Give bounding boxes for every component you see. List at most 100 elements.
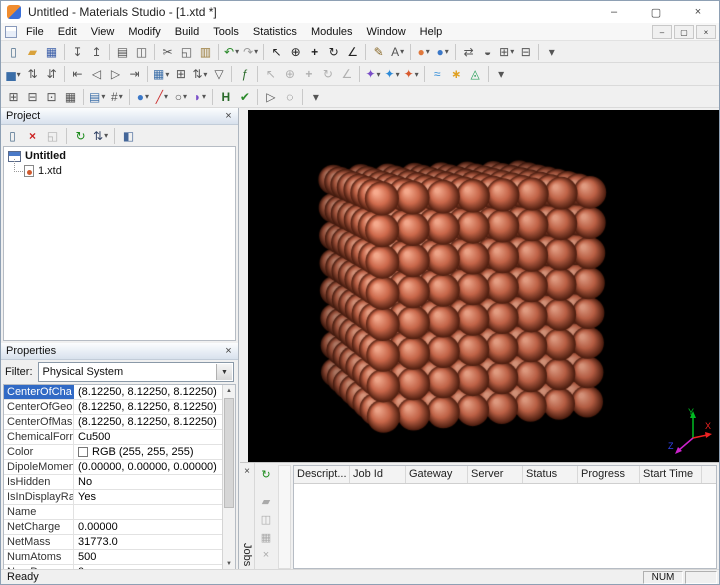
delete-item-button[interactable]: × — [23, 127, 42, 145]
close-button[interactable]: × — [677, 1, 719, 23]
grid-edit-button[interactable]: #▾ — [107, 88, 126, 106]
rotate-mode-button[interactable]: ↻ — [324, 43, 343, 61]
sort-ascending-button[interactable]: ⇅ — [23, 65, 42, 83]
redo-button[interactable]: ↷▾ — [241, 43, 260, 61]
sketch-bond-button[interactable]: ╱▾ — [152, 88, 171, 106]
function-builder-button[interactable]: ƒ — [235, 65, 254, 83]
module-forcite-dropdown-icon[interactable]: ▾ — [396, 70, 400, 79]
sketch-ring-dropdown-icon[interactable]: ▾ — [183, 92, 187, 101]
jobs-tab-label[interactable]: Jobs — [241, 543, 253, 566]
open-button[interactable]: ▰ — [23, 43, 42, 61]
undo-dropdown-icon[interactable]: ▾ — [235, 47, 239, 56]
child-close-button[interactable]: × — [696, 25, 716, 39]
edit-pencil-button[interactable]: ✎ — [369, 43, 388, 61]
property-row-centerofgeo[interactable]: CenterOfGeo(8.12250, 8.12250, 8.12250) — [4, 400, 222, 415]
menu-build[interactable]: Build — [168, 23, 206, 41]
filter-rows-button[interactable]: ▽ — [209, 65, 228, 83]
tree-item-1xtd[interactable]: 1.xtd — [4, 163, 235, 177]
menu-edit[interactable]: Edit — [51, 23, 84, 41]
print-preview-button[interactable]: ◫ — [132, 43, 151, 61]
copy-button[interactable]: ◱ — [177, 43, 196, 61]
sync-explorer-button[interactable]: ◧ — [119, 127, 138, 145]
property-row-chemicalform[interactable]: ChemicalFormCu500 — [4, 430, 222, 445]
export-button[interactable]: ↥ — [87, 43, 106, 61]
properties-close-icon[interactable]: × — [222, 345, 235, 358]
toolbar-options-button[interactable]: ▾ — [542, 43, 561, 61]
lattice-display-dropdown-icon[interactable]: ▾ — [510, 47, 514, 56]
chart-viewer-button[interactable]: ▅▾ — [4, 65, 23, 83]
row-sort-dropdown-icon[interactable]: ▾ — [203, 70, 207, 79]
module-castep-button[interactable]: ✦▾ — [402, 65, 421, 83]
module-mesocite-button[interactable]: ◬ — [466, 65, 485, 83]
new-item-button[interactable]: ▯ — [3, 127, 22, 145]
sketch-bond-dropdown-icon[interactable]: ▾ — [164, 92, 168, 101]
color-checkbox[interactable] — [78, 447, 88, 457]
grid-edit-dropdown-icon[interactable]: ▾ — [119, 92, 123, 101]
cut-button[interactable]: ✂ — [158, 43, 177, 61]
property-row-ishidden[interactable]: IsHiddenNo — [4, 475, 222, 490]
adjust-hydrogen-button[interactable]: H — [216, 88, 235, 106]
table-grid-button[interactable]: ⊞ — [4, 88, 23, 106]
filter-combobox[interactable]: Physical System ▼ — [38, 362, 235, 382]
module-amorphous-button[interactable]: ≈ — [428, 65, 447, 83]
paste-button[interactable]: ▥ — [196, 43, 215, 61]
property-row-centerofcha[interactable]: CenterOfCha(8.12250, 8.12250, 8.12250) — [4, 385, 222, 400]
jobs-tab-strip[interactable]: × Jobs — [240, 463, 255, 571]
jobs-column-status[interactable]: Status — [523, 466, 578, 483]
refresh-jobs-icon[interactable]: ↻ — [258, 466, 275, 482]
atom-display-button[interactable]: ●▾ — [414, 43, 433, 61]
table-add-column-button[interactable]: ⊡ — [42, 88, 61, 106]
jobs-column-progress[interactable]: Progress — [578, 466, 640, 483]
jobs-column-server[interactable]: Server — [468, 466, 523, 483]
clean-structure-button[interactable]: ✔ — [235, 88, 254, 106]
atom-display-dropdown-icon[interactable]: ▾ — [426, 47, 430, 56]
row-sort-button[interactable]: ⇅▾ — [190, 65, 209, 83]
properties-panel-header[interactable]: Properties × — [1, 343, 238, 360]
save-button[interactable]: ▦ — [42, 43, 61, 61]
sort-project-button[interactable]: ⇅▾ — [91, 127, 110, 145]
sketch-atom-dropdown-icon[interactable]: ▾ — [145, 92, 149, 101]
scroll-up-icon[interactable]: ▲ — [223, 385, 235, 397]
swap-views-button[interactable]: ⇄ — [459, 43, 478, 61]
table-view-dropdown-icon[interactable]: ▾ — [165, 70, 169, 79]
color-display-dropdown-icon[interactable]: ▾ — [445, 47, 449, 56]
combo-dropdown-icon[interactable]: ▼ — [216, 364, 232, 380]
toolbar-options-3-button[interactable]: ▾ — [306, 88, 325, 106]
property-row-netcharge[interactable]: NetCharge0.00000 — [4, 520, 222, 535]
project-close-icon[interactable]: × — [222, 110, 235, 123]
menu-modules[interactable]: Modules — [304, 23, 360, 41]
sketch-fragment-dropdown-icon[interactable]: ▾ — [202, 92, 206, 101]
menu-modify[interactable]: Modify — [121, 23, 167, 41]
study-table-dropdown-icon[interactable]: ▾ — [101, 92, 105, 101]
module-anneal-button[interactable]: ∗ — [447, 65, 466, 83]
child-minimize-button[interactable]: – — [652, 25, 672, 39]
redo-dropdown-icon[interactable]: ▾ — [254, 47, 258, 56]
properties-scrollbar[interactable]: ▲ ▼ — [222, 385, 235, 570]
first-frame-button[interactable]: ⇤ — [68, 65, 87, 83]
maximize-button[interactable]: ▢ — [635, 1, 677, 23]
lasso-select-button[interactable]: ◌ — [280, 88, 299, 106]
jobs-close-icon[interactable]: × — [241, 465, 253, 477]
module-discover-button[interactable]: ✦▾ — [363, 65, 382, 83]
lattice-display-button[interactable]: ⊞▾ — [497, 43, 516, 61]
menu-window[interactable]: Window — [360, 23, 413, 41]
menu-tools[interactable]: Tools — [206, 23, 246, 41]
property-row-netmass[interactable]: NetMass31773.0 — [4, 535, 222, 550]
document-icon[interactable] — [5, 26, 17, 38]
module-forcite-button[interactable]: ✦▾ — [383, 65, 402, 83]
label-options-dropdown-icon[interactable]: ▾ — [400, 47, 404, 56]
property-row-centerofmas[interactable]: CenterOfMas(8.12250, 8.12250, 8.12250) — [4, 415, 222, 430]
translate-mode-button[interactable]: + — [305, 43, 324, 61]
tree-item-root[interactable]: Untitled — [4, 147, 235, 163]
chart-viewer-dropdown-icon[interactable]: ▾ — [17, 70, 21, 79]
table-properties-button[interactable]: ▦ — [61, 88, 80, 106]
jobs-column-starttime[interactable]: Start Time — [640, 466, 702, 483]
property-row-name[interactable]: Name — [4, 505, 222, 520]
study-table-button[interactable]: ▤▾ — [87, 88, 107, 106]
jobs-column-gateway[interactable]: Gateway — [406, 466, 468, 483]
stereo-view-button[interactable]: ◒ — [478, 43, 497, 61]
undo-button[interactable]: ↶▾ — [222, 43, 241, 61]
table-view-button[interactable]: ▦▾ — [151, 65, 171, 83]
spreadsheet-button[interactable]: ⊞ — [171, 65, 190, 83]
selection-mode-button[interactable]: ↖ — [267, 43, 286, 61]
